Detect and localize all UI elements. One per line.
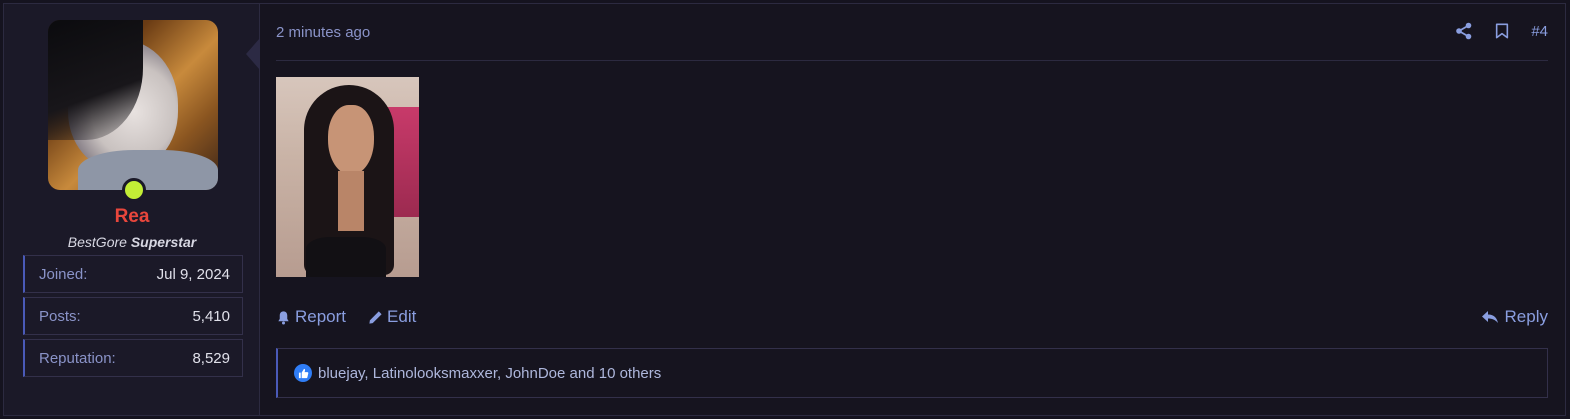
report-label: Report [295,307,347,326]
username-link[interactable]: Rea [4,206,260,228]
share-icon[interactable] [1455,22,1473,40]
post-main: 2 minutes ago #4 Report Edit Reply bluej… [276,4,1548,415]
stat-label: Reputation: [39,349,116,367]
image-face [328,105,374,175]
user-title-rank: Superstar [130,234,197,250]
reactions-bar[interactable]: bluejay, Latinolooksmaxxer, JohnDoe and … [276,348,1548,398]
footer-left-actions: Report Edit [276,307,416,327]
post-container: Rea BestGore Superstar Joined: Jul 9, 20… [3,3,1566,416]
stat-label: Joined: [39,265,88,283]
online-status-indicator [122,178,146,202]
user-sidebar: Rea BestGore Superstar Joined: Jul 9, 20… [4,4,260,415]
edit-button[interactable]: Edit [368,307,416,327]
stat-posts: Posts: 5,410 [23,297,243,335]
bell-icon [278,310,289,324]
reply-label: Reply [1504,307,1548,326]
reply-button[interactable]: Reply [1481,307,1548,327]
user-avatar[interactable] [48,20,218,190]
reactions-text[interactable]: bluejay, Latinolooksmaxxer, JohnDoe and … [318,365,661,382]
image-clothing [306,237,386,277]
stat-reputation: Reputation: 8,529 [23,339,243,377]
stat-value: 8,529 [192,349,230,367]
post-timestamp[interactable]: 2 minutes ago [276,24,370,41]
stat-joined: Joined: Jul 9, 2024 [23,255,243,293]
reply-icon [1481,311,1498,323]
stat-label: Posts: [39,307,81,325]
header-divider [276,60,1548,61]
avatar-shirt [78,150,218,190]
image-neck [338,171,364,231]
user-title: BestGore Superstar [4,234,260,250]
stat-value: 5,410 [192,307,230,325]
report-button[interactable]: Report [276,307,346,327]
post-footer-actions: Report Edit Reply [276,304,1548,330]
post-image[interactable] [276,77,419,277]
thumbs-up-icon [294,364,312,382]
stat-value: Jul 9, 2024 [156,265,230,283]
edit-label: Edit [387,307,417,326]
post-number-link[interactable]: #4 [1531,23,1548,40]
post-header-actions: #4 [1455,22,1548,40]
bookmark-icon[interactable] [1493,22,1511,40]
user-title-site: BestGore [67,234,127,250]
pencil-icon [369,310,382,324]
sidebar-pointer-arrow [246,38,260,70]
